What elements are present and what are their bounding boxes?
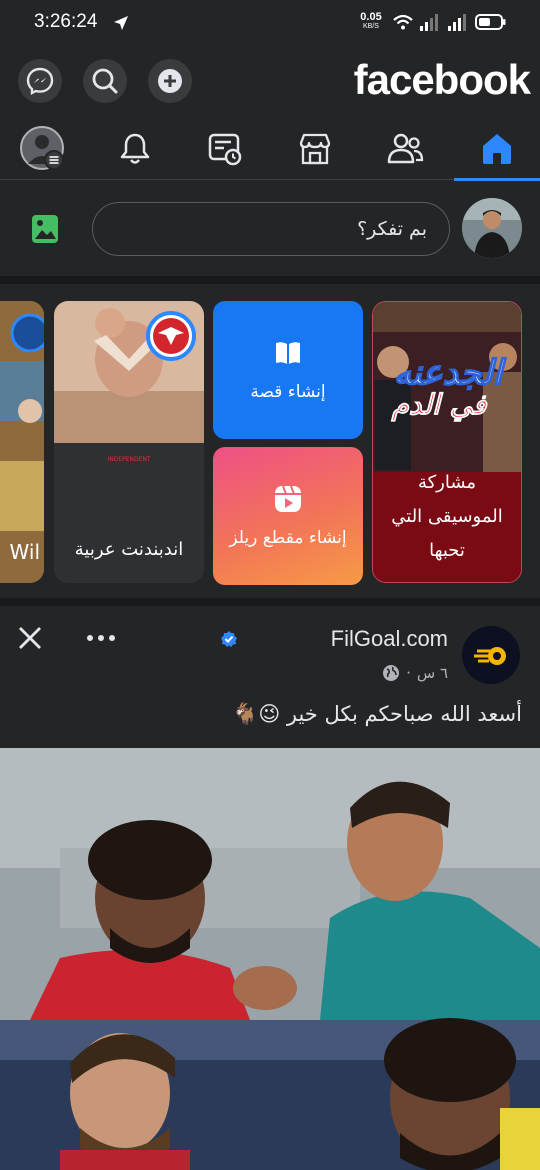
- story-partial-label: Wil: [9, 540, 40, 564]
- page-avatar[interactable]: [462, 626, 520, 684]
- wifi-icon: [393, 14, 413, 30]
- battery-icon: [475, 14, 506, 30]
- svg-text:في الدم: في الدم: [391, 388, 488, 422]
- messenger-button[interactable]: [18, 59, 62, 103]
- tab-notifications[interactable]: [92, 118, 178, 180]
- post-composer: بم تفكر؟: [0, 182, 540, 276]
- friends-icon: [387, 133, 424, 164]
- section-divider: [0, 276, 540, 284]
- signal-icon-2: [448, 14, 466, 31]
- create-reel-button[interactable]: إنشاء مقطع ريلز: [213, 447, 363, 585]
- status-icons: [393, 14, 506, 31]
- tab-marketplace[interactable]: [272, 118, 358, 180]
- independent-logo-icon: [146, 311, 196, 361]
- photo-icon[interactable]: [28, 212, 62, 246]
- close-icon[interactable]: [16, 624, 44, 652]
- section-divider: [0, 598, 540, 606]
- feed-post: FilGoal.com · ٦ س أسعد الله صباحكم بكل خ…: [0, 606, 540, 1170]
- stories-tray: الجدعنه في الدم مشاركة الموسيقى التي تحب…: [0, 284, 540, 606]
- navigation-arrow-icon: [114, 16, 128, 30]
- network-speed: 0.05 KB/S: [360, 11, 382, 31]
- create-story-button[interactable]: إنشاء قصة: [213, 301, 363, 439]
- story-partial[interactable]: Wil: [0, 301, 44, 583]
- post-meta: · ٦ س: [382, 664, 448, 682]
- tab-bar: [0, 118, 540, 181]
- marketplace-icon: [299, 133, 331, 165]
- user-avatar-image: [462, 198, 522, 258]
- story-independent-label: اندبندنت عربية: [74, 539, 184, 560]
- status-bar: 3:26:24 0.05 KB/S: [0, 0, 540, 46]
- create-button[interactable]: [148, 59, 192, 103]
- page-name[interactable]: FilGoal.com: [331, 626, 448, 652]
- memories-icon: [208, 133, 242, 166]
- home-icon: [483, 134, 511, 164]
- messenger-icon: [26, 67, 54, 95]
- create-reel-label: إنشاء مقطع ريلز: [229, 528, 347, 548]
- tab-menu[interactable]: [0, 118, 86, 180]
- tab-home[interactable]: [454, 118, 540, 181]
- globe-icon: [383, 665, 400, 681]
- svg-text:الجدعنه: الجدعنه: [394, 353, 507, 393]
- post-photo: [0, 748, 540, 1170]
- avatar[interactable]: [462, 198, 522, 258]
- whats-on-your-mind-input[interactable]: بم تفكر؟: [92, 202, 450, 256]
- verified-badge-icon: [221, 631, 237, 647]
- search-icon: [92, 68, 118, 94]
- filgoal-logo-icon: [474, 647, 506, 665]
- svg-text:INDEPENDENT: INDEPENDENT: [107, 456, 150, 463]
- post-text: أسعد الله صباحكم بكل خير 😉🐐: [232, 702, 522, 726]
- music-card-label: مشاركة الموسيقى التي تحبها: [391, 472, 503, 561]
- reels-icon: [275, 485, 301, 512]
- composer-placeholder: بم تفكر؟: [357, 218, 427, 240]
- post-header: FilGoal.com · ٦ س: [0, 606, 540, 696]
- app-header: facebook: [0, 46, 540, 118]
- signal-icon-1: [420, 14, 438, 31]
- tab-memories[interactable]: [182, 118, 268, 180]
- post-separator: ·: [406, 664, 411, 682]
- create-story-label: إنشاء قصة: [250, 382, 326, 402]
- music-story-card[interactable]: الجدعنه في الدم مشاركة الموسيقى التي تحب…: [372, 301, 522, 583]
- post-time: ٦ س: [416, 664, 448, 682]
- story-independent-arabia[interactable]: INDEPENDENT اندبندنت عربية: [54, 301, 204, 583]
- facebook-logo: facebook: [353, 56, 531, 103]
- status-time: 3:26:24: [34, 11, 98, 32]
- profile-menu-icon: [20, 126, 64, 170]
- book-icon: [276, 342, 300, 364]
- post-image[interactable]: [0, 748, 540, 1170]
- search-button[interactable]: [83, 59, 127, 103]
- plus-icon: [158, 69, 182, 93]
- more-options-icon[interactable]: [84, 626, 118, 650]
- bell-icon: [120, 133, 150, 164]
- tab-friends[interactable]: [362, 118, 448, 180]
